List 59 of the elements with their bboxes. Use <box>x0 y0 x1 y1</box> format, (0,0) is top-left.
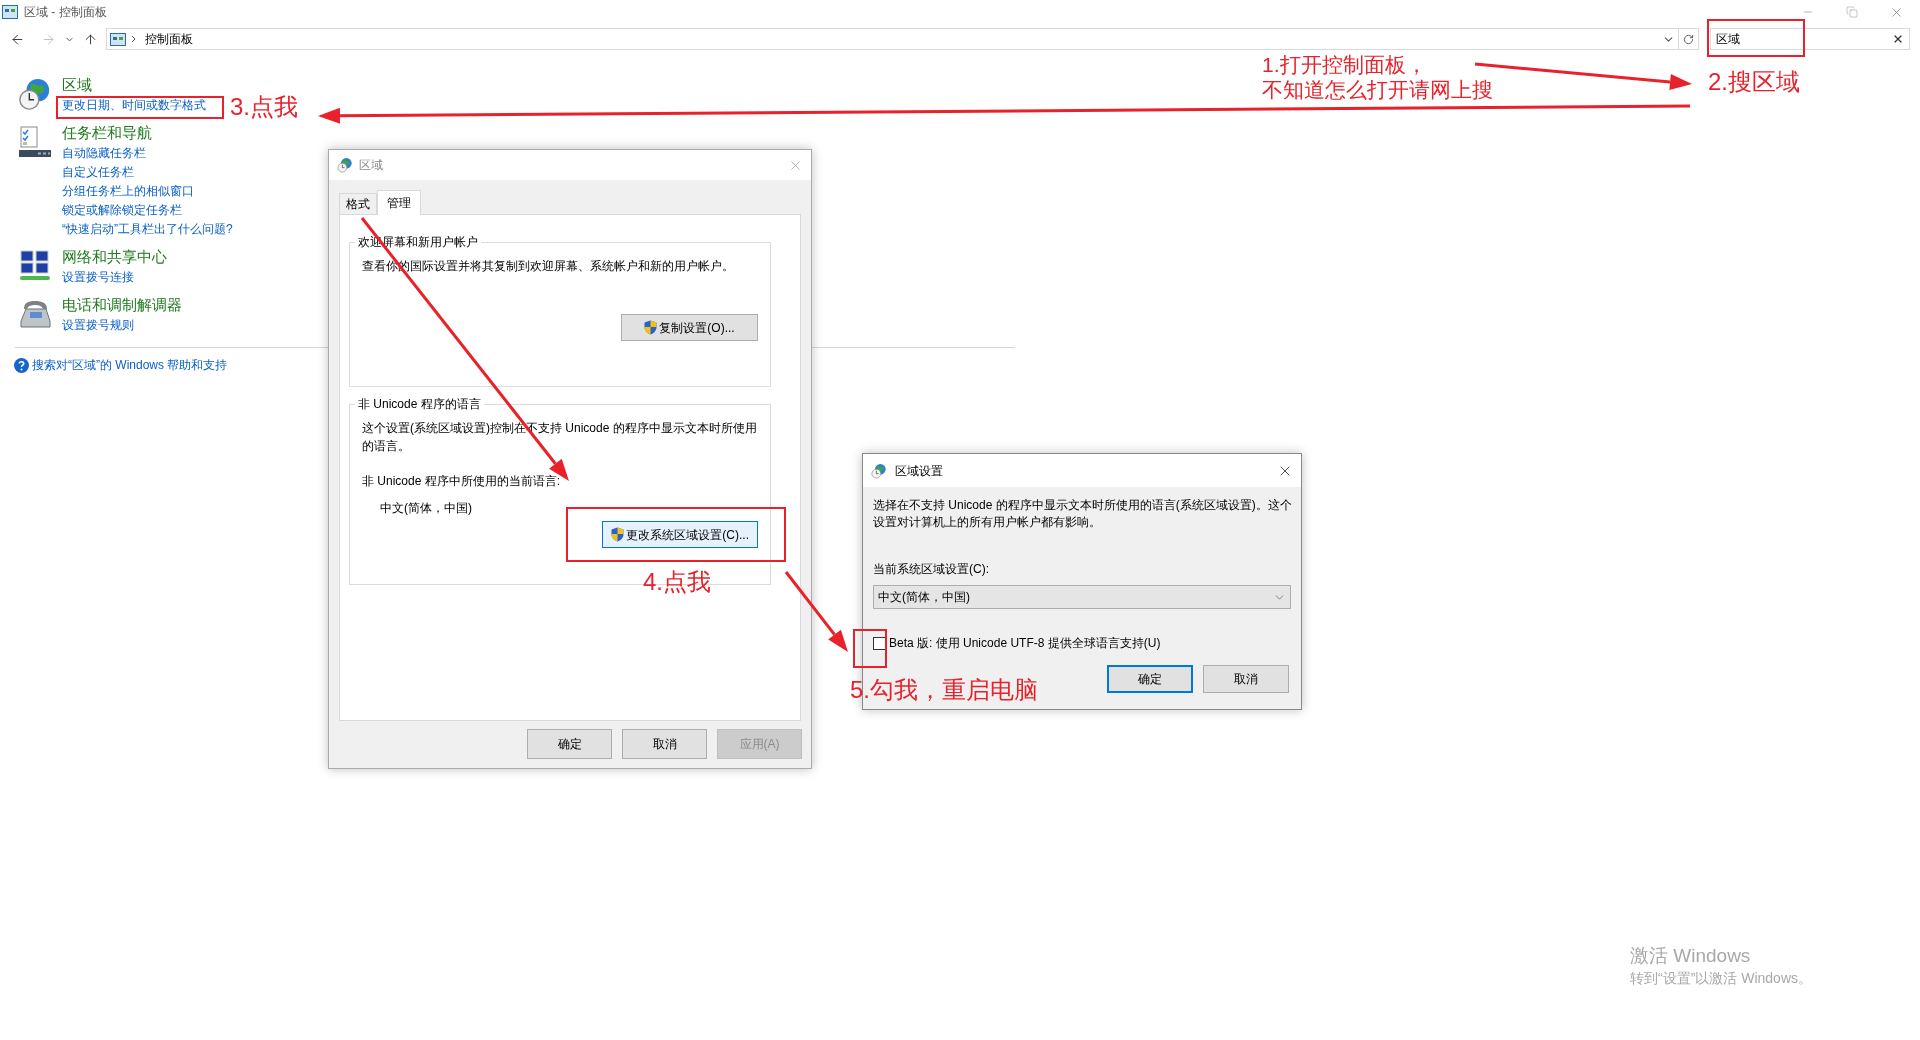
result-title[interactable]: 区域 <box>62 74 92 96</box>
task-link[interactable]: 锁定或解除锁定任务栏 <box>62 201 182 220</box>
annotation-text: 3.点我 <box>230 92 298 122</box>
current-language-value: 中文(简体，中国) <box>380 500 473 517</box>
up-icon[interactable] <box>83 31 98 47</box>
clear-icon[interactable] <box>1892 33 1904 45</box>
dialog-button[interactable]: 确定 <box>1107 665 1193 693</box>
help-icon <box>14 357 29 373</box>
annotation-text: 2.搜区域 <box>1708 67 1800 97</box>
task-link[interactable]: 设置拨号连接 <box>62 268 134 287</box>
help-link[interactable]: 搜索对“区域”的 Windows 帮助和支持 <box>32 356 228 374</box>
activation-text: 转到“设置”以激活 Windows。 <box>1630 969 1812 988</box>
network-computers-icon <box>18 249 52 283</box>
back-icon[interactable] <box>10 31 25 47</box>
tab[interactable]: 格式 <box>339 193 377 214</box>
search-field[interactable]: 区域 <box>1710 28 1910 50</box>
control-panel-icon <box>110 32 126 46</box>
task-link[interactable]: 设置拨号规则 <box>62 316 134 335</box>
highlight-frame <box>853 629 887 668</box>
breadcrumb-item[interactable]: 控制面板 <box>145 30 193 48</box>
task-link[interactable]: 更改日期、时间或数字格式 <box>62 96 206 115</box>
task-link[interactable]: 分组任务栏上的相似窗口 <box>62 182 194 201</box>
dialog-button[interactable]: 取消 <box>1203 665 1289 693</box>
tab[interactable]: 管理 <box>377 190 421 215</box>
dialog-description: 选择在不支持 Unicode 的程序中显示文本时所使用的语言(系统区域设置)。这个设置对计算机上的所有用户帐户都有影响。 <box>873 497 1293 531</box>
task-link[interactable]: “快速启动”工具栏出了什么问题? <box>62 220 233 239</box>
shield-icon <box>611 527 625 542</box>
address-field[interactable]: 控制面板 <box>106 28 1679 50</box>
task-link[interactable]: 自定义任务栏 <box>62 163 134 182</box>
locale-label: 当前系统区域设置(C): <box>873 561 990 578</box>
settings-button[interactable]: 更改系统区域设置(C)... <box>602 521 758 548</box>
annotation-text: 5.勾我，重启电脑 <box>850 675 1038 705</box>
checkbox-label[interactable]: Beta 版: 使用 Unicode UTF-8 提供全球语言支持(U) <box>889 634 1161 652</box>
dialog-button[interactable]: 确定 <box>527 729 612 759</box>
globe-clock-icon <box>18 77 52 111</box>
result-title[interactable]: 网络和共享中心 <box>62 246 167 268</box>
dialog-button[interactable]: 取消 <box>622 729 707 759</box>
result-title[interactable]: 电话和调制解调器 <box>62 294 182 316</box>
breadcrumb-separator-icon <box>131 35 136 43</box>
result-title[interactable]: 任务栏和导航 <box>62 122 152 144</box>
annotation-text: 1.打开控制面板， <box>1262 52 1428 77</box>
globe-clock-icon <box>871 462 887 479</box>
dialog-title: 区域设置 <box>895 462 943 480</box>
control-panel-icon <box>2 5 18 19</box>
shield-icon <box>644 320 658 335</box>
taskbar-checklist-icon <box>18 125 52 159</box>
task-link[interactable]: 自动隐藏任务栏 <box>62 144 146 163</box>
activation-title: 激活 Windows <box>1630 944 1752 968</box>
current-language-label: 非 Unicode 程序中所使用的当前语言: <box>362 473 562 490</box>
group-title: 非 Unicode 程序的语言 <box>357 396 482 413</box>
settings-button[interactable]: 复制设置(O)... <box>621 314 758 341</box>
window-title: 区域 - 控制面板 <box>24 4 107 21</box>
globe-clock-icon <box>337 157 353 173</box>
refresh-icon <box>1683 33 1694 45</box>
locale-dropdown[interactable]: 中文(简体，中国) <box>873 585 1291 609</box>
refresh-button[interactable] <box>1679 28 1699 50</box>
annotation-text: 不知道怎么打开请网上搜 <box>1262 77 1493 102</box>
dialog-title: 区域 <box>359 157 383 174</box>
annotation-text: 4.点我 <box>643 567 711 597</box>
